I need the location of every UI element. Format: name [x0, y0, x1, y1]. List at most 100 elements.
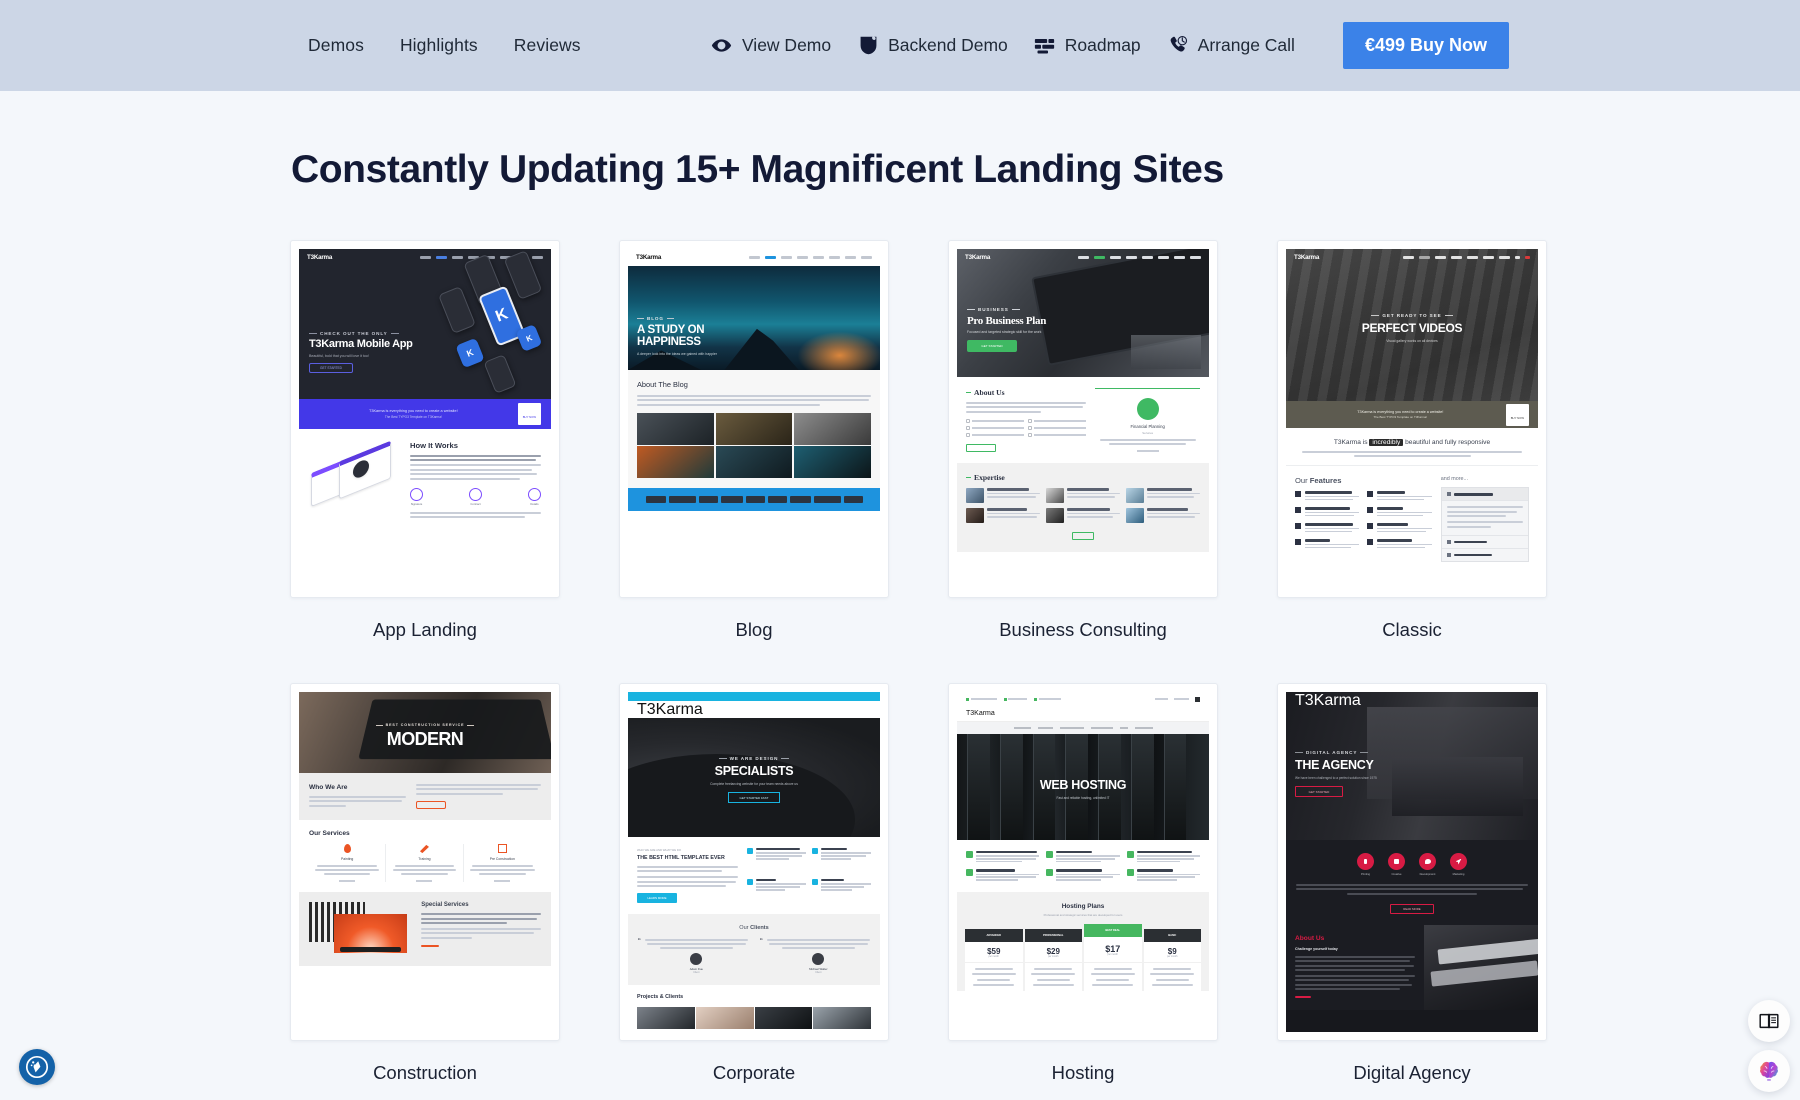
thumb-who-section: Who We Are: [299, 773, 551, 821]
thumb-features-section: [957, 840, 1209, 892]
service-label: Creative: [1391, 873, 1402, 876]
documentation-button[interactable]: [1748, 1000, 1790, 1042]
thumb-title: T3Karma Mobile App: [309, 338, 413, 350]
thumb-brand: T3Karma: [636, 254, 662, 261]
typo3-shield-icon: [857, 35, 879, 57]
nav-item-label: Backend Demo: [888, 35, 1008, 55]
demo-cell-app-landing: T3Karma K K K CHECK OUT THE ONLY T3Karma…: [290, 240, 560, 683]
services-grid: Painting Training Pre Construction: [309, 844, 541, 883]
plan-name: BASIC: [1168, 933, 1177, 937]
thumb-nav: T3Karma: [957, 706, 1209, 722]
thumb-brand: T3Karma: [965, 254, 991, 261]
section-title: Expertise: [974, 473, 1005, 483]
thumb-kicker: WE ARE DESIGN: [729, 756, 779, 761]
plan-card-featured[interactable]: BEST DEAL $17 per month: [1084, 923, 1142, 991]
demo-label-blog: Blog: [735, 619, 773, 640]
plan-card[interactable]: BASIC $9 per month: [1143, 928, 1201, 991]
demo-thumbnail-corporate: T3Karma WE ARE DESIGN SPECIALISTS Comple…: [628, 692, 880, 1032]
thumb-subtitle: Focused and targeted strategic skill for…: [967, 330, 1042, 334]
plan-name: ADVANCED: [986, 933, 1001, 937]
thumb-title: MODERN: [386, 729, 464, 749]
section-title: THE BEST HTML TEMPLATE EVER: [637, 855, 725, 861]
nav-item-view-demo[interactable]: View Demo: [711, 35, 831, 57]
demo-card-digital-agency[interactable]: T3Karma DIGITAL AGENCY THE AGENCY We hav…: [1277, 683, 1547, 1041]
nav-link-demos[interactable]: Demos: [308, 35, 364, 56]
demo-card-business-consulting[interactable]: T3Karma BUSINESS Pro Business Plan Focus…: [948, 240, 1218, 598]
thumb-title: A STUDY ON HAPPINESS: [637, 323, 705, 348]
site-header: Demos Highlights Reviews View Demo Backe…: [0, 0, 1800, 91]
thumb-subtitle: Fast and reliable hosting, unlimited IT: [1056, 796, 1110, 800]
tagline-post: beautiful and fully responsive: [1405, 439, 1491, 446]
plan-card[interactable]: ADVANCED $59 per month: [965, 928, 1023, 991]
nav-link-highlights[interactable]: Highlights: [400, 35, 478, 56]
thumb-title: PERFECT VIDEOS: [1361, 321, 1463, 335]
thumb-cta: GET STARTED: [1308, 789, 1330, 794]
demo-card-classic[interactable]: T3Karma GET READY TO SEE PERFECT VIDEOS …: [1277, 240, 1547, 598]
thumb-title: SPECIALISTS: [714, 764, 794, 778]
buy-now-button[interactable]: €499 Buy Now: [1342, 22, 1509, 69]
section-title: Special Services: [421, 902, 469, 909]
thumb-clients-section: Our Clients “ Adam Due Client “ Michael …: [628, 914, 880, 985]
thumb-hero: T3Karma BEST CONSTRUCTION SE: [299, 692, 551, 773]
demo-grid: T3Karma K K K CHECK OUT THE ONLY T3Karma…: [290, 240, 1547, 1100]
demo-card-construction[interactable]: T3Karma BEST CONSTRUCTION SE: [290, 683, 560, 1041]
thumb-about-section: About The Blog: [628, 370, 880, 489]
step-label: Contract: [470, 502, 481, 506]
demo-card-blog[interactable]: T3Karma BLOG A STUDY ON HAPPINESS A deep…: [619, 240, 889, 598]
demo-label-classic: Classic: [1382, 619, 1442, 640]
eye-icon: [711, 35, 733, 57]
book-icon: [1759, 1013, 1779, 1029]
service-label: Development: [1419, 873, 1436, 876]
thumb-topbar: [957, 692, 1209, 706]
button-label: LEARN MORE: [647, 896, 667, 901]
thumb-features-section: WHO WE ARE AND WHAT WE DO THE BEST HTML …: [628, 837, 880, 915]
plans-subtitle: Professional and strategic services that…: [1043, 912, 1123, 917]
nav-item-backend-demo[interactable]: Backend Demo: [857, 35, 1008, 57]
thumb-kicker: BEST CONSTRUCTION SERVICE: [385, 723, 465, 727]
section-kicker: WHO WE ARE AND WHAT WE DO: [637, 848, 682, 852]
nav-item-roadmap[interactable]: Roadmap: [1034, 35, 1141, 57]
plans-title: Hosting Plans: [1061, 902, 1105, 910]
thumb-projects-section: Projects & Clients: [628, 984, 880, 1029]
nav-link-reviews[interactable]: Reviews: [514, 35, 581, 56]
service-label: Pre Construction: [489, 857, 515, 862]
thumb-expertise-section: Expertise: [957, 463, 1209, 553]
about-title: About Us: [1295, 934, 1325, 942]
demo-cell-corporate: T3Karma WE ARE DESIGN SPECIALISTS Comple…: [619, 683, 889, 1100]
thumb-nav: T3Karma: [957, 249, 1209, 266]
thumb-nav: T3Karma: [628, 249, 880, 266]
button-label: READ MORE: [1403, 906, 1421, 911]
thumb-cta: GET STARTED: [981, 344, 1003, 348]
thumb-cta-band: T3Karma is everything you need to create…: [1286, 401, 1538, 428]
thumb-services-icons: Printing Creative Development Marketing: [1286, 840, 1538, 878]
thumb-special-section: Special Services: [299, 892, 551, 967]
thumb-subtitle: We have been challenged to a perfect sol…: [1295, 776, 1377, 780]
demo-cell-business-consulting: T3Karma BUSINESS Pro Business Plan Focus…: [948, 240, 1218, 683]
thumb-brand: T3Karma: [307, 254, 333, 261]
about-subtitle: Challenge yourself today: [1295, 946, 1338, 951]
demo-thumbnail-construction: T3Karma BEST CONSTRUCTION SE: [299, 692, 551, 1032]
nav-item-label: View Demo: [741, 35, 832, 55]
section-title: Projects & Clients: [637, 993, 684, 1000]
cta-button: BUY NOW: [1510, 415, 1524, 420]
thumb-features-section: Our Features and more...: [1286, 466, 1538, 572]
thumb-brand: T3Karma: [1294, 254, 1320, 261]
demo-card-hosting[interactable]: T3Karma WEB HOSTING Fast and reliable ho…: [948, 683, 1218, 1041]
service-label: Printing: [1360, 873, 1371, 876]
thumb-intro-text: READ MORE: [1286, 878, 1538, 925]
nav-item-arrange-call[interactable]: Arrange Call: [1167, 35, 1295, 57]
accessibility-button[interactable]: [19, 1049, 55, 1085]
demo-thumbnail-app-landing: T3Karma K K K CHECK OUT THE ONLY T3Karma…: [299, 249, 551, 589]
demo-thumbnail-hosting: T3Karma WEB HOSTING Fast and reliable ho…: [957, 692, 1209, 1032]
ai-assistant-button[interactable]: [1748, 1050, 1790, 1092]
floating-widgets: [1748, 1000, 1790, 1092]
accessibility-icon: [25, 1055, 49, 1079]
demo-card-corporate[interactable]: T3Karma WE ARE DESIGN SPECIALISTS Comple…: [619, 683, 889, 1041]
thumb-how-section: How It Works Signature Contract Details: [299, 429, 551, 533]
thumb-hero: T3Karma GET READY TO SEE PERFECT VIDEOS …: [1286, 249, 1538, 401]
thumb-title: WEB HOSTING: [1039, 778, 1127, 792]
plan-card[interactable]: PROFESSIONAL $29 per month: [1024, 928, 1082, 991]
demo-card-app-landing[interactable]: T3Karma K K K CHECK OUT THE ONLY T3Karma…: [290, 240, 560, 598]
thumb-kicker: DIGITAL AGENCY: [1306, 750, 1358, 755]
plan-period: per month: [1167, 955, 1178, 958]
